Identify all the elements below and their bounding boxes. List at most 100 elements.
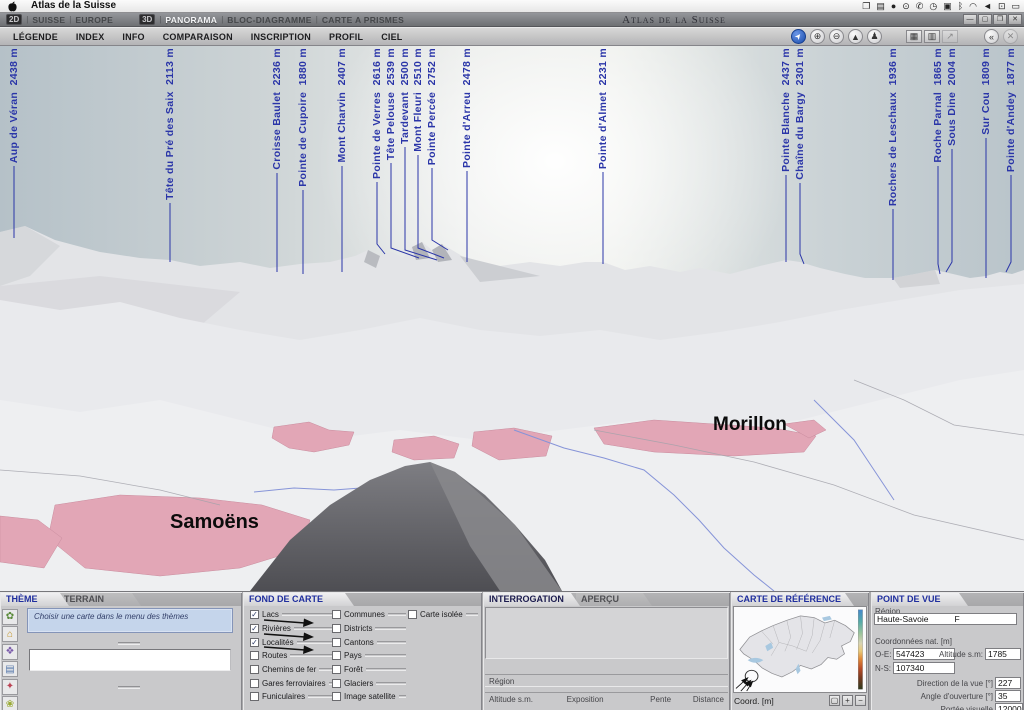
checkbox-funiculaires[interactable] <box>250 692 259 701</box>
checkbox-gares-ferroviaires[interactable] <box>250 679 259 688</box>
coords-label: Coordonnées nat. [m] <box>875 637 952 646</box>
layer-label: Districts <box>344 624 372 633</box>
restore-button[interactable]: ❐ <box>993 14 1007 25</box>
layer-label: Glaciers <box>344 679 373 688</box>
layout-table-button[interactable]: ▦ <box>906 30 922 43</box>
interrogation-fields-row: Altitude s.m.ExpositionPenteDistance <box>485 692 728 705</box>
theme-statistics-icon[interactable]: ▤ <box>2 661 18 677</box>
tab-apercu[interactable]: APERÇU <box>576 593 652 606</box>
mode-carte-a-prismes[interactable]: CARTE A PRISMES <box>322 15 404 25</box>
direction-input[interactable]: 227 <box>995 677 1021 689</box>
theme-category-icons: ✿⌂ ❖▤ ✦❀ <box>2 607 22 710</box>
badge-3d[interactable]: 3D <box>139 14 155 25</box>
volume-icon[interactable]: ◄ <box>983 0 992 12</box>
checkbox-lacs[interactable]: ✓ <box>250 610 259 619</box>
checkbox-districts[interactable] <box>332 624 341 633</box>
checkbox-glaciers[interactable] <box>332 679 341 688</box>
tab-carte-de-reference[interactable]: CARTE DE RÉFÉRENCE <box>732 593 854 606</box>
displays-icon[interactable]: ❐ <box>862 0 870 12</box>
zoom-out-tool[interactable]: ⊖ <box>829 29 844 44</box>
tab-fond-de-carte[interactable]: FOND DE CARTE <box>244 593 354 606</box>
groove-line <box>466 613 478 616</box>
theme-settlement-icon[interactable]: ⌂ <box>2 626 18 642</box>
theme-select-box[interactable] <box>29 649 231 671</box>
layer-label: Chemins de fer <box>262 665 316 674</box>
layer-row-cantons: Cantons <box>332 635 406 649</box>
elevation-color-ramp <box>858 610 862 690</box>
menu-item-info[interactable]: INFO <box>113 32 153 42</box>
layout-panels-button[interactable]: ▥ <box>924 30 940 43</box>
oe-label: O-E: <box>875 650 891 659</box>
checkbox-carte-isolee[interactable] <box>408 610 417 619</box>
close-button[interactable]: ✕ <box>1008 14 1022 25</box>
mode-group-3d: 3D|PANORAMA|BLOC-DIAGRAMME|CARTE A PRISM… <box>139 14 404 25</box>
field-altitude-s-m: Altitude s.m. <box>489 695 567 703</box>
menu-item-comparaison[interactable]: COMPARAISON <box>154 32 242 42</box>
terrain-tool[interactable]: ▲ <box>848 29 863 44</box>
menu-item-profil[interactable]: PROFIL <box>320 32 372 42</box>
mode-suisse[interactable]: SUISSE <box>32 15 65 25</box>
region-input[interactable]: Haute-Savoie F <box>874 613 1017 625</box>
angle-input[interactable]: 35 <box>995 690 1021 702</box>
tab-theme[interactable]: THÈME <box>1 593 69 606</box>
portee-input[interactable]: 120000 <box>995 703 1023 710</box>
display-icon[interactable]: ▣ <box>943 0 952 12</box>
checkbox-cantons[interactable] <box>332 638 341 647</box>
app-name[interactable]: Atlas de la Suisse <box>31 0 116 12</box>
theme-agriculture-icon[interactable]: ❀ <box>2 696 18 710</box>
status-dot-icon[interactable]: ● <box>891 0 896 12</box>
maximize-button[interactable]: ▢ <box>978 14 992 25</box>
minimize-button[interactable]: — <box>963 14 977 25</box>
map-extent-button[interactable]: ▢ <box>829 695 840 706</box>
ns-input[interactable]: 107340 <box>893 662 955 674</box>
tab-terrain[interactable]: TERRAIN <box>59 593 141 606</box>
menu-item-index[interactable]: INDEX <box>67 32 114 42</box>
clock-icon[interactable]: ◷ <box>929 0 937 12</box>
layer-label: Cantons <box>344 638 374 647</box>
theme-vegetation-icon[interactable]: ✿ <box>2 609 18 625</box>
mode-bloc-diagramme[interactable]: BLOC-DIAGRAMME <box>227 15 311 25</box>
checkbox-pays[interactable] <box>332 651 341 660</box>
tab-interrogation[interactable]: INTERROGATION <box>484 593 580 606</box>
menu-item-legende[interactable]: LÉGENDE <box>4 32 67 42</box>
checkbox-localites[interactable]: ✓ <box>250 638 259 647</box>
menu-item-ciel[interactable]: CIEL <box>372 32 411 42</box>
observer-tool[interactable]: ♟ <box>867 29 882 44</box>
mode-europe[interactable]: EUROPE <box>75 15 113 25</box>
checkbox-chemins-de-fer[interactable] <box>250 665 259 674</box>
bluetooth-icon[interactable]: ᛒ <box>958 0 963 12</box>
collapse-button[interactable]: « <box>984 29 999 44</box>
theme-hydrology-icon[interactable]: ❖ <box>2 644 18 660</box>
wifi-icon[interactable]: ◠ <box>969 0 977 12</box>
switzerland-overview-map[interactable] <box>733 606 867 693</box>
altitude-input[interactable]: 1785 <box>985 648 1021 660</box>
pointer-tool[interactable]: ➤ <box>791 29 806 44</box>
layer-label: Forêt <box>344 665 363 674</box>
eject-icon[interactable]: ⊙ <box>902 0 910 12</box>
checkbox-rivieres[interactable]: ✓ <box>250 624 259 633</box>
mode-panorama[interactable]: PANORAMA <box>165 15 217 25</box>
menu-item-inscription[interactable]: INSCRIPTION <box>242 32 320 42</box>
checkbox-foret[interactable] <box>332 665 341 674</box>
direction-label: Direction de la vue [°] <box>889 679 993 688</box>
map-zoom-out-button[interactable]: − <box>855 695 866 706</box>
map-zoom-in-button[interactable]: + <box>842 695 853 706</box>
battery-icon[interactable]: ▭ <box>1011 0 1020 12</box>
panorama-view[interactable] <box>0 46 1024 591</box>
layer-row-lacs: ✓Lacs <box>250 608 332 622</box>
annotation-arrow-icon <box>263 644 315 655</box>
phone-icon[interactable]: ✆ <box>916 0 924 12</box>
tab-point-de-vue[interactable]: POINT DE VUE <box>872 593 968 606</box>
checkbox-routes[interactable] <box>250 651 259 660</box>
network-icon[interactable]: ▤ <box>876 0 885 12</box>
zoom-in-tool[interactable]: ⊕ <box>810 29 825 44</box>
input-icon[interactable]: ⊡ <box>998 0 1006 12</box>
coord-label: Coord. [m] <box>734 696 774 706</box>
checkbox-communes[interactable] <box>332 610 341 619</box>
badge-2d[interactable]: 2D <box>6 14 22 25</box>
checkbox-image-satellite[interactable] <box>332 692 341 701</box>
layer-row-carte-isolee: Carte isolée <box>408 608 478 622</box>
export-button: ↗ <box>942 30 958 43</box>
apple-menu-icon[interactable] <box>8 1 17 12</box>
theme-fauna-icon[interactable]: ✦ <box>2 679 18 695</box>
